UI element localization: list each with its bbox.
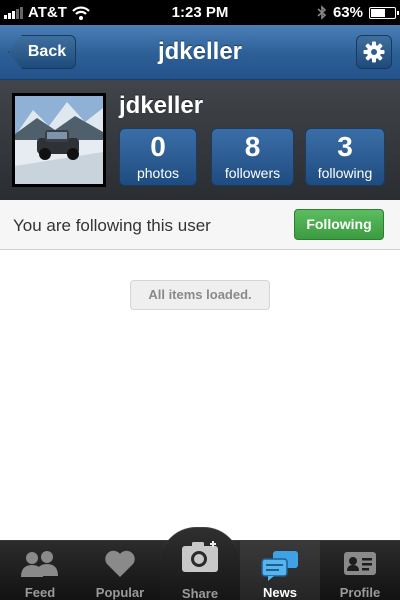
battery-icon — [369, 6, 399, 19]
tab-news[interactable]: News — [240, 541, 320, 600]
following-button[interactable]: Following — [294, 209, 384, 240]
following-count: 3 — [337, 131, 353, 162]
photos-count: 0 — [150, 131, 166, 162]
battery-percent: 63% — [332, 4, 363, 21]
nav-title: jdkeller — [157, 38, 243, 65]
follow-status-row: You are following this user Following — [0, 200, 400, 250]
gear-icon — [363, 41, 385, 63]
avatar-photo — [15, 96, 103, 184]
tab-news-label: News — [263, 585, 297, 600]
heart-icon — [105, 550, 135, 577]
photos-stat-button[interactable]: 0 photos — [119, 128, 197, 186]
profile-header: jdkeller 0 photos 8 followers 3 followin… — [0, 80, 400, 200]
follow-status-text: You are following this user — [13, 216, 211, 235]
tab-share-label: Share — [181, 586, 219, 600]
following-label: following — [317, 165, 373, 181]
tab-profile[interactable]: Profile — [320, 541, 400, 600]
followers-stat-button[interactable]: 8 followers — [211, 128, 294, 186]
tab-feed[interactable]: Feed — [0, 541, 80, 600]
tab-profile-label: Profile — [339, 585, 381, 600]
camera-icon — [182, 541, 218, 572]
tab-popular[interactable]: Popular — [80, 541, 160, 600]
tab-feed-label: Feed — [24, 585, 56, 600]
following-stat-button[interactable]: 3 following — [305, 128, 385, 186]
chat-bubbles-icon — [261, 551, 298, 581]
tab-share[interactable]: Share — [160, 527, 240, 600]
tab-popular-label: Popular — [95, 585, 145, 600]
status-bar: AT&T 1:23 PM 63% — [0, 0, 400, 25]
avatar[interactable] — [12, 93, 106, 187]
tab-bar: Feed Popular Share News Profile — [0, 527, 400, 600]
content-area: You are following this user Following Al… — [0, 200, 400, 540]
profile-username: jdkeller — [119, 92, 204, 119]
bluetooth-icon — [317, 5, 327, 20]
settings-button[interactable] — [356, 35, 392, 69]
followers-label: followers — [224, 165, 281, 181]
followers-count: 8 — [244, 131, 261, 162]
navigation-bar: Back jdkeller — [0, 25, 400, 80]
users-icon — [21, 551, 58, 577]
photos-label: photos — [136, 165, 180, 181]
id-card-icon — [344, 552, 376, 575]
list-status-label: All items loaded. — [130, 280, 270, 310]
